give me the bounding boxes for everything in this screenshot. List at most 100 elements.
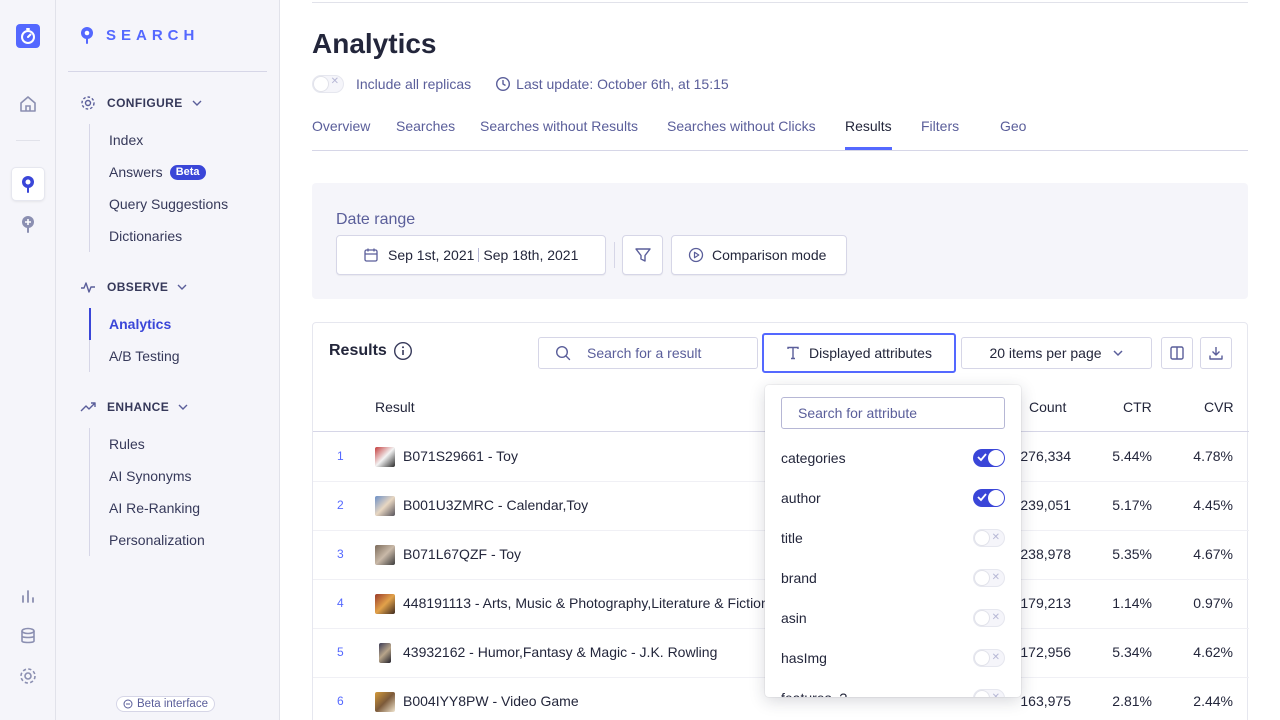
play-circle-icon [688,247,704,263]
date-range-panel: Date range Sep 1st, 2021 Sep 18th, 2021 … [312,183,1248,299]
attribute-search-input[interactable]: Search for attribute [781,397,1005,429]
section-configure[interactable]: CONFIGURE [80,95,203,111]
result-name[interactable]: B071S29661 - Toy [403,448,518,464]
date-separator [478,248,480,262]
section-title: OBSERVE [107,280,169,294]
tab-searches[interactable]: Searches [396,118,455,150]
last-update: Last update: October 6th, at 15:15 [516,76,729,92]
filter-button[interactable] [622,235,663,275]
chevron-down-icon [178,404,188,410]
rail-divider [16,140,40,141]
tab-overview[interactable]: Overview [312,118,370,150]
sidebar-item-ab-testing[interactable]: A/B Testing [90,340,180,372]
home-icon[interactable] [12,88,44,120]
attribute-option[interactable]: hasImg ✕ [781,646,1005,670]
sidebar-item-dictionaries[interactable]: Dictionaries [90,220,228,252]
result-count: 239,051 [1020,497,1071,513]
beta-icon [123,699,133,709]
items-per-page-select[interactable]: 20 items per page [961,337,1152,369]
search-icon [555,345,571,361]
result-name[interactable]: B004IYY8PW - Video Game [403,693,579,709]
download-icon [1209,347,1223,360]
sidebar-item-personalization[interactable]: Personalization [90,524,205,556]
beta-interface-badge[interactable]: Beta interface [116,696,215,712]
result-name[interactable]: 43932162 - Humor,Fantasy & Magic - J.K. … [403,644,717,660]
sidebar-item-answers[interactable]: Answers Beta [90,156,228,188]
comparison-mode-button[interactable]: Comparison mode [671,235,847,275]
col-result[interactable]: Result [375,399,415,415]
product-thumbnail [375,545,395,565]
brand-logo[interactable]: SEARCH [80,26,199,44]
text-type-icon [787,346,799,360]
attribute-toggle[interactable]: ✕ [973,529,1005,547]
product-thumbnail [379,643,391,663]
attribute-toggle[interactable]: ✕ [973,609,1005,627]
page-title: Analytics [312,28,437,59]
beta-interface-label: Beta interface [137,698,208,710]
attribute-toggle[interactable] [973,449,1005,467]
attribute-option[interactable]: features_? ✕ [781,686,1005,697]
attribute-option[interactable]: categories [781,446,1005,470]
analytics-icon[interactable] [12,580,44,612]
beta-badge: Beta [169,164,206,180]
sidebar-item-ai-re-ranking[interactable]: AI Re-Ranking [90,492,205,524]
result-search-input[interactable]: Search for a result [538,337,758,369]
settings-icon[interactable] [12,660,44,692]
recommend-icon[interactable] [12,208,44,240]
displayed-attributes-button[interactable]: Displayed attributes [762,333,956,373]
sidebar-item-analytics[interactable]: Analytics [89,308,180,340]
search-placeholder: Search for a result [587,345,702,361]
section-enhance[interactable]: ENHANCE [80,399,189,415]
attribute-option[interactable]: asin ✕ [781,606,1005,630]
result-count: 179,213 [1020,595,1071,611]
sidebar-item-label: AI Synonyms [109,468,192,484]
sidebar-item-index[interactable]: Index [90,124,228,156]
info-icon[interactable] [393,341,413,361]
attribute-option[interactable]: title ✕ [781,526,1005,550]
tab-filters[interactable]: Filters [921,118,959,150]
date-range-picker[interactable]: Sep 1st, 2021 Sep 18th, 2021 [336,235,606,275]
replicas-label: Include all replicas [356,76,472,92]
columns-button[interactable] [1161,337,1193,369]
sidebar-item-label: Index [109,132,144,148]
attribute-toggle[interactable] [973,489,1005,507]
tab-searches-without-clicks[interactable]: Searches without Clicks [667,118,816,150]
replicas-toggle[interactable]: ✕ [312,75,344,93]
attribute-option[interactable]: brand ✕ [781,566,1005,590]
result-name[interactable]: B071L67QZF - Toy [403,546,521,562]
result-name[interactable]: B001U3ZMRC - Calendar,Toy [403,497,588,513]
search-product-icon[interactable] [12,168,44,200]
section-observe[interactable]: OBSERVE [80,279,188,295]
attribute-option[interactable]: author [781,486,1005,510]
tab-geo[interactable]: Geo [1000,118,1026,150]
row-index: 1 [337,449,344,463]
date-divider [614,242,615,268]
sidebar-item-query-suggestions[interactable]: Query Suggestions [90,188,228,220]
pulse-icon [81,282,95,293]
tab-results[interactable]: Results [845,118,892,150]
top-divider [312,2,1248,3]
col-cvr[interactable]: CVR [1204,399,1234,415]
chevron-down-icon [1113,350,1123,357]
database-icon[interactable] [12,620,44,652]
attribute-label: asin [781,610,807,626]
page-subheader: ✕ Include all replicas Last update: Octo… [312,75,729,93]
comparison-label: Comparison mode [712,247,827,263]
result-count: 276,334 [1020,448,1071,464]
sidebar: SEARCH CONFIGURE Index Answers Beta Query… [56,0,280,720]
sidebar-item-rules[interactable]: Rules [90,428,205,460]
tab-searches-without-results[interactable]: Searches without Results [480,118,638,150]
result-name[interactable]: 448191113 - Arts, Music & Photography,Li… [403,595,769,611]
download-button[interactable] [1200,337,1232,369]
configure-items: Index Answers Beta Query Suggestions Dict… [89,124,228,252]
section-title: CONFIGURE [107,96,183,110]
row-index: 5 [337,645,344,659]
attribute-toggle[interactable]: ✕ [973,689,1005,697]
col-ctr[interactable]: CTR [1123,399,1152,415]
stopwatch-icon[interactable] [12,20,44,52]
attribute-toggle[interactable]: ✕ [973,649,1005,667]
sidebar-item-ai-synonyms[interactable]: AI Synonyms [90,460,205,492]
col-count[interactable]: Count [1029,399,1066,415]
result-count: 172,956 [1020,644,1071,660]
attribute-toggle[interactable]: ✕ [973,569,1005,587]
